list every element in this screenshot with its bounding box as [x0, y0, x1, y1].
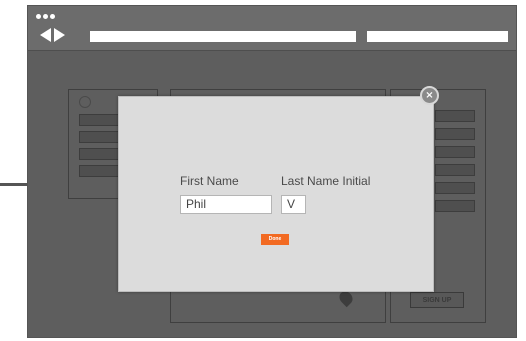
window-dot: [50, 14, 55, 19]
done-button[interactable]: Done: [261, 234, 289, 245]
list-item: [435, 128, 475, 140]
list-item: [435, 146, 475, 158]
list-item: [435, 110, 475, 122]
window-dot: [36, 14, 41, 19]
search-bar[interactable]: [367, 31, 508, 42]
last-name-initial-label: Last Name Initial: [281, 174, 371, 188]
name-entry-modal: First Name Last Name Initial Phil V Done: [118, 96, 434, 292]
back-arrow-icon[interactable]: [40, 28, 51, 42]
first-name-input[interactable]: Phil: [180, 195, 272, 214]
address-bar[interactable]: [90, 31, 356, 42]
forward-arrow-icon[interactable]: [54, 28, 65, 42]
signup-button: SIGN UP: [410, 292, 464, 308]
list-item: [435, 200, 475, 212]
last-name-initial-input[interactable]: V: [281, 195, 306, 214]
close-icon[interactable]: ×: [420, 86, 439, 105]
first-name-label: First Name: [180, 174, 239, 188]
list-item: [435, 182, 475, 194]
side-connector: [0, 183, 27, 186]
browser-chrome: [28, 6, 516, 51]
window-dot: [43, 14, 48, 19]
list-item: [435, 164, 475, 176]
user-icon: [79, 96, 91, 108]
